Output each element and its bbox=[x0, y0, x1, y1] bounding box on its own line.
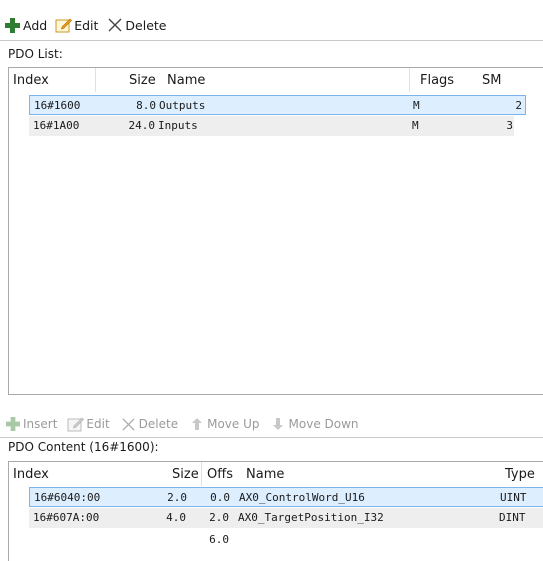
pdo-list-header: Index Size Name Flags SM bbox=[9, 68, 543, 92]
total-offset: 6.0 bbox=[209, 533, 229, 546]
column-header-name[interactable]: Name bbox=[246, 467, 284, 482]
delete-icon bbox=[106, 17, 123, 34]
cell-name: Inputs bbox=[158, 119, 198, 132]
toolbar-divider bbox=[0, 40, 543, 41]
delete-icon bbox=[120, 416, 137, 433]
edit-label: Edit bbox=[74, 17, 99, 33]
cell-index: 16#607A:00 bbox=[33, 511, 100, 524]
cell-index: 16#1A00 bbox=[33, 119, 80, 132]
delete-button[interactable]: Delete bbox=[106, 17, 167, 34]
column-header-index[interactable]: Index bbox=[13, 467, 49, 482]
cell-sm: 3 bbox=[506, 119, 513, 132]
delete-button[interactable]: Delete bbox=[120, 416, 178, 433]
move-up-icon bbox=[188, 416, 205, 433]
table-row[interactable]: 16#6040:00 2.0 0.0 AX0_ControlWord_U16 U… bbox=[29, 487, 543, 507]
insert-label: Insert bbox=[23, 417, 58, 431]
edit-button[interactable]: Edit bbox=[55, 17, 98, 34]
cell-offs: 0.0 bbox=[210, 491, 230, 504]
pdo-content-title: PDO Content (16#1600): bbox=[8, 440, 159, 454]
pdo-content-header: Index Size Offs Name Type bbox=[9, 462, 543, 486]
delete-label: Delete bbox=[138, 417, 179, 431]
column-header-sm[interactable]: SM bbox=[482, 73, 501, 88]
table-row[interactable]: 16#1A00 24.0 Inputs M 3 bbox=[29, 116, 514, 136]
edit-icon bbox=[67, 416, 85, 433]
pdo-list-panel: Add Edit Delete PDO List: Index Size Nam… bbox=[0, 0, 543, 395]
pdo-list-table[interactable]: Index Size Name Flags SM 16#1600 8.0 Out… bbox=[8, 67, 543, 395]
cell-size: 24.0 bbox=[128, 119, 156, 132]
cell-offs: 2.0 bbox=[209, 511, 229, 524]
move-down-label: Move Down bbox=[288, 417, 359, 431]
cell-index: 16#6040:00 bbox=[34, 491, 101, 504]
cell-name: AX0_ControlWord_U16 bbox=[239, 491, 365, 504]
content-toolbar: Insert Edit Delete Move Up Move Down bbox=[4, 413, 369, 435]
cell-flags: M bbox=[412, 119, 419, 132]
column-header-index[interactable]: Index bbox=[13, 73, 49, 88]
pdo-content-panel: Insert Edit Delete Move Up Move Down PDO… bbox=[0, 405, 543, 561]
pdo-content-table[interactable]: Index Size Offs Name Type 16#6040:00 2.0… bbox=[8, 461, 543, 561]
column-header-size[interactable]: Size bbox=[129, 73, 156, 88]
cell-sm: 2 bbox=[515, 99, 522, 112]
cell-name: AX0_TargetPosition_I32 bbox=[238, 511, 384, 524]
column-divider bbox=[201, 462, 202, 486]
column-header-flags[interactable]: Flags bbox=[420, 73, 454, 88]
table-row[interactable]: 16#607A:00 4.0 2.0 AX0_TargetPosition_I3… bbox=[29, 508, 543, 528]
pdo-list-title: PDO List: bbox=[8, 47, 63, 61]
table-row[interactable]: 16#1600 8.0 Outputs M 2 bbox=[29, 95, 526, 115]
cell-type: UINT bbox=[500, 491, 527, 504]
cell-size: 4.0 bbox=[166, 511, 186, 524]
move-up-button[interactable]: Move Up bbox=[188, 416, 260, 433]
edit-button[interactable]: Edit bbox=[67, 416, 110, 433]
cell-type: DINT bbox=[499, 511, 526, 524]
cell-index: 16#1600 bbox=[34, 99, 81, 112]
cell-size: 2.0 bbox=[167, 491, 187, 504]
add-icon bbox=[4, 17, 21, 34]
pdo-toolbar: Add Edit Delete bbox=[4, 14, 175, 36]
column-header-type[interactable]: Type bbox=[505, 467, 535, 482]
delete-label: Delete bbox=[125, 17, 167, 33]
move-down-icon bbox=[270, 416, 287, 433]
move-up-label: Move Up bbox=[207, 417, 260, 431]
cell-size: 8.0 bbox=[136, 99, 156, 112]
column-header-name[interactable]: Name bbox=[167, 73, 205, 88]
column-header-size[interactable]: Size bbox=[172, 467, 199, 482]
edit-label: Edit bbox=[86, 417, 110, 431]
cell-name: Outputs bbox=[159, 99, 206, 112]
add-button[interactable]: Add bbox=[4, 17, 47, 34]
insert-icon bbox=[4, 416, 21, 433]
add-label: Add bbox=[23, 17, 48, 33]
column-divider bbox=[95, 68, 96, 92]
column-divider bbox=[409, 68, 410, 92]
column-header-offs[interactable]: Offs bbox=[207, 467, 233, 482]
total-row: 6.0 bbox=[29, 530, 543, 550]
insert-button[interactable]: Insert bbox=[4, 416, 57, 433]
cell-flags: M bbox=[413, 99, 420, 112]
move-down-button[interactable]: Move Down bbox=[270, 416, 359, 433]
edit-icon bbox=[55, 17, 73, 34]
toolbar-divider bbox=[0, 437, 543, 438]
